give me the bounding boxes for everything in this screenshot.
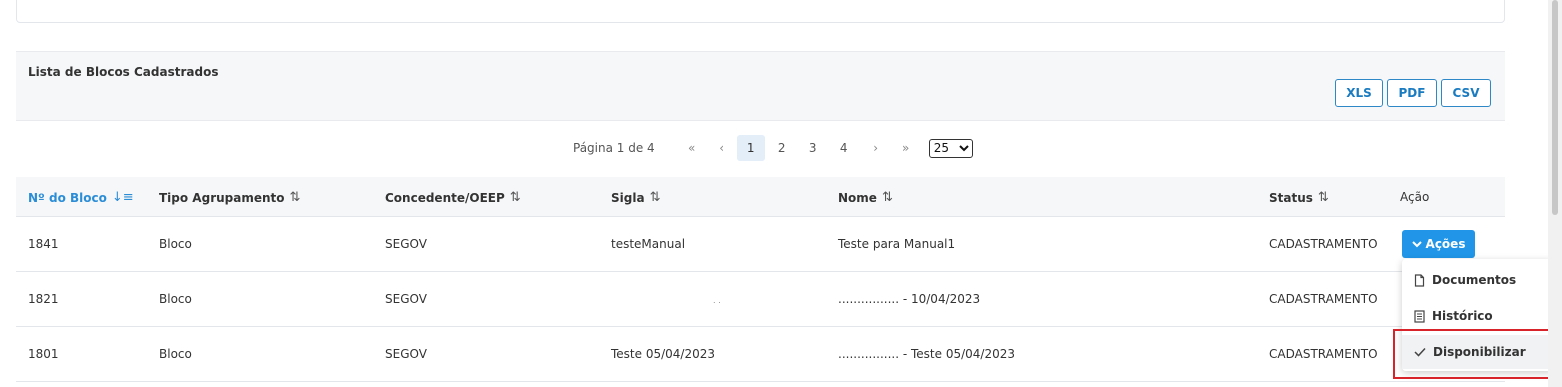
page-2-button[interactable]: 2: [768, 135, 796, 161]
cell-numero: 1821: [28, 292, 59, 306]
sort-icon: ⇅: [289, 190, 301, 205]
page-4-button[interactable]: 4: [830, 135, 858, 161]
cell-numero: 1841: [28, 237, 59, 251]
pagination: Página 1 de 4 « ‹ 1 2 3 4 › » 25: [573, 135, 973, 161]
scrollbar-thumb[interactable]: [1552, 0, 1558, 215]
list-title: Lista de Blocos Cadastrados: [28, 65, 219, 79]
column-numero-bloco[interactable]: Nº do Bloco ↓≡: [28, 190, 134, 205]
cell-sigla: . .: [713, 296, 721, 305]
page-1-button[interactable]: 1: [736, 135, 765, 161]
page-size-value: 25: [933, 141, 949, 155]
column-label: Concedente/OEEP: [385, 190, 505, 205]
column-label: Nome: [838, 190, 877, 205]
sort-icon: ⇅: [881, 190, 893, 205]
scrollbar[interactable]: [1548, 0, 1562, 387]
cell-nome: Teste para Manual1: [838, 237, 956, 251]
sort-icon: ⇅: [1317, 190, 1329, 205]
actions-button-label: Ações: [1425, 237, 1466, 251]
cell-concedente: SEGOV: [385, 292, 427, 306]
list-header: Lista de Blocos Cadastrados XLS PDF CSV: [16, 51, 1505, 121]
actions-button[interactable]: Ações: [1402, 230, 1475, 258]
first-page-button[interactable]: «: [677, 141, 707, 155]
highlight-box: [1393, 329, 1558, 379]
menu-item-documentos[interactable]: Documentos: [1402, 263, 1553, 297]
next-page-button[interactable]: ›: [861, 141, 891, 155]
page-size-select[interactable]: 25: [928, 138, 973, 158]
column-acao: Ação: [1400, 190, 1429, 204]
page-3-button[interactable]: 3: [799, 135, 827, 161]
cell-tipo: Bloco: [159, 237, 192, 251]
table-row: 1801 Bloco SEGOV Teste 05/04/2023 ......…: [16, 327, 1505, 382]
cell-sigla: testeManual: [611, 237, 686, 251]
column-label: Ação: [1400, 190, 1430, 204]
document-icon: [1414, 273, 1425, 287]
column-label: Tipo Agrupamento: [159, 190, 285, 205]
cell-nome: ................ - 10/04/2023: [838, 292, 981, 306]
column-label: Sigla: [611, 190, 645, 205]
cell-nome: ................ - Teste 05/04/2023: [838, 347, 1015, 361]
cell-concedente: SEGOV: [385, 347, 427, 361]
cell-tipo: Bloco: [159, 292, 192, 306]
column-label: Status: [1269, 190, 1313, 205]
menu-item-label: Documentos: [1432, 273, 1517, 287]
column-tipo-agrupamento[interactable]: Tipo Agrupamento ⇅: [159, 190, 300, 205]
column-status[interactable]: Status ⇅: [1269, 190, 1329, 205]
sort-desc-icon: ↓≡: [111, 190, 134, 205]
chevron-down-icon: [958, 145, 969, 152]
export-csv-button[interactable]: CSV: [1441, 79, 1491, 107]
table-header: Nº do Bloco ↓≡ Tipo Agrupamento ⇅ Conced…: [16, 177, 1505, 217]
column-sigla[interactable]: Sigla ⇅: [611, 190, 660, 205]
cell-concedente: SEGOV: [385, 237, 427, 251]
column-label: Nº do Bloco: [28, 190, 107, 205]
export-buttons: XLS PDF CSV: [1335, 79, 1491, 107]
top-panel: [16, 0, 1505, 23]
sort-icon: ⇅: [509, 190, 521, 205]
menu-item-historico[interactable]: Histórico: [1402, 299, 1553, 333]
cell-numero: 1801: [28, 347, 59, 361]
column-nome[interactable]: Nome ⇅: [838, 190, 893, 205]
export-pdf-button[interactable]: PDF: [1387, 79, 1437, 107]
cell-tipo: Bloco: [159, 347, 192, 361]
last-page-button[interactable]: »: [891, 141, 921, 155]
cell-sigla: Teste 05/04/2023: [611, 347, 715, 361]
list-icon: [1414, 309, 1425, 323]
chevron-down-icon: [1411, 241, 1422, 248]
cell-status: CADASTRAMENTO: [1269, 347, 1378, 361]
export-xls-button[interactable]: XLS: [1335, 79, 1383, 107]
menu-item-label: Histórico: [1432, 309, 1493, 323]
column-concedente[interactable]: Concedente/OEEP ⇅: [385, 190, 521, 205]
prev-page-button[interactable]: ‹: [707, 141, 737, 155]
cell-status: CADASTRAMENTO: [1269, 237, 1378, 251]
table-row: 1841 Bloco SEGOV testeManual Teste para …: [16, 217, 1505, 272]
pagination-info: Página 1 de 4: [573, 141, 655, 155]
table-row: 1821 Bloco SEGOV . . ................ - …: [16, 272, 1505, 327]
cell-status: CADASTRAMENTO: [1269, 292, 1378, 306]
sort-icon: ⇅: [649, 190, 661, 205]
